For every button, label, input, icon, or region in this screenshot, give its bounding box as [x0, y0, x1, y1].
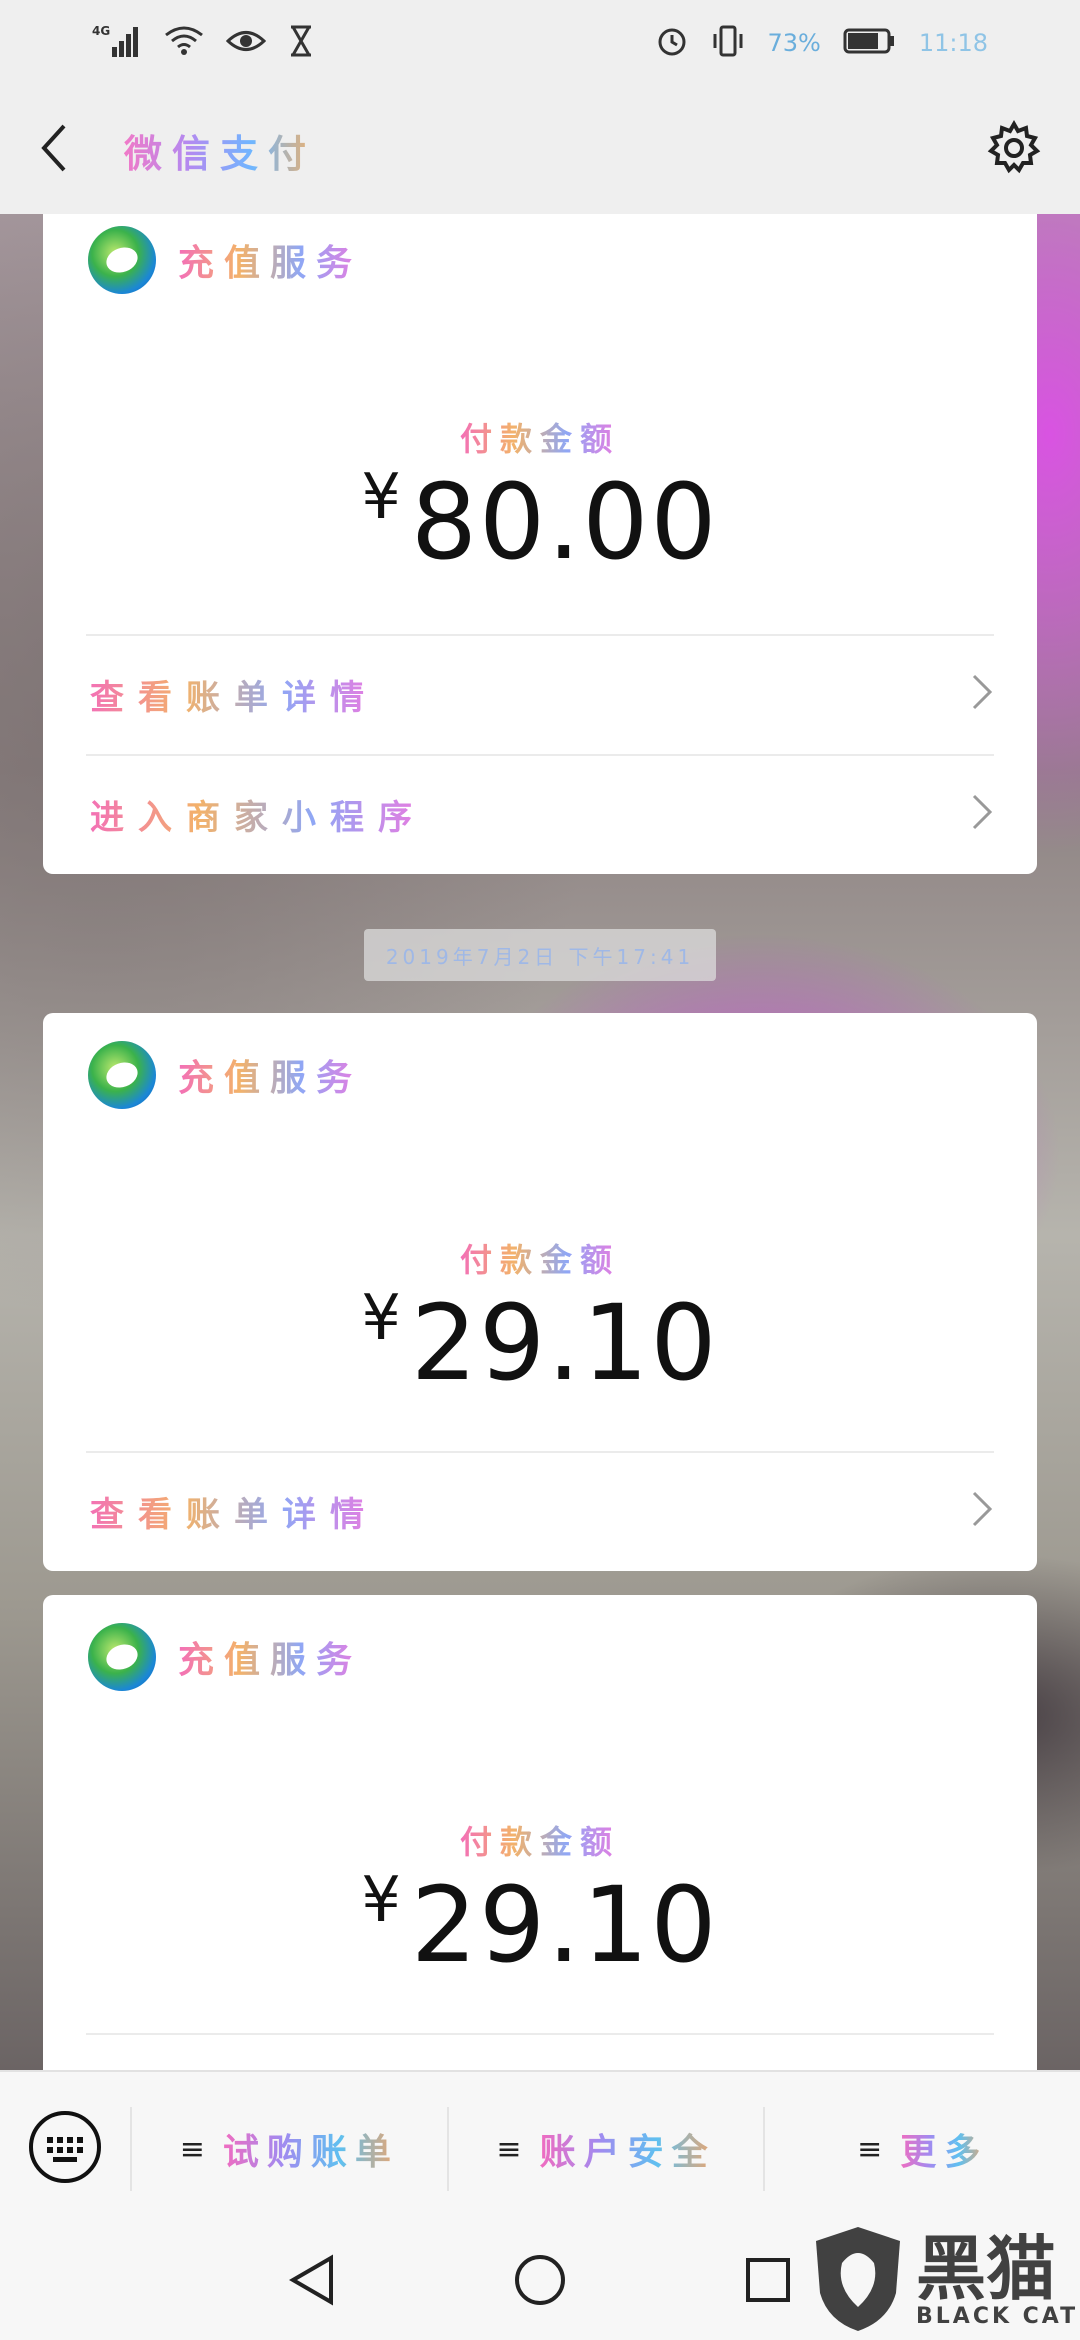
home-circle-icon[interactable]: [512, 2252, 568, 2312]
amount-number: 29.10: [410, 1864, 719, 1986]
currency-symbol: ¥: [361, 1281, 403, 1354]
wifi-icon: [164, 25, 204, 61]
merchant-name: 充值服务: [178, 1049, 362, 1101]
amount-block: 付款金额 ¥80.00: [43, 414, 1037, 574]
row-label: 查看账单详情: [86, 670, 378, 719]
signal-icon: 4G: [92, 23, 142, 63]
payment-card: 充值服务 付款金额 ¥80.00 查看账单详情 进入商家小程序: [43, 214, 1037, 874]
menu-item-account-security[interactable]: ≡ 账户安全: [446, 2107, 764, 2191]
amount-block: 付款金额 ¥29.10: [43, 1817, 1037, 1977]
amount-label: 付款金额: [460, 1817, 620, 1863]
currency-symbol: ¥: [361, 460, 403, 533]
watermark-text: 黑猫 BLACK CAT: [916, 2234, 1078, 2329]
card-header: 充值服务: [88, 226, 362, 294]
hourglass-icon: [288, 25, 314, 61]
enter-mini-program-row[interactable]: 进入商家小程序: [86, 754, 994, 872]
menu-lines-icon: ≡: [857, 2131, 883, 2167]
menu-item-trial-bill[interactable]: ≡ 试购账单: [130, 2107, 447, 2191]
card-header: 充值服务: [88, 1623, 362, 1691]
chevron-right-icon: [970, 1489, 994, 1533]
payment-card: 充值服务 付款金额 ¥29.10 查看账单详情: [43, 1013, 1037, 1571]
payment-card: 充值服务 付款金额 ¥29.10: [43, 1595, 1037, 2070]
black-cat-watermark: 黑猫 BLACK CAT: [808, 2222, 1080, 2340]
chevron-left-icon[interactable]: [36, 118, 76, 182]
amount-value: ¥29.10: [43, 1869, 1037, 1978]
recents-square-icon[interactable]: [743, 2255, 793, 2309]
menu-item-label: 账户安全: [540, 2123, 716, 2175]
chevron-right-icon: [970, 672, 994, 716]
network-type: 4G: [92, 24, 110, 38]
currency-symbol: ¥: [361, 1863, 403, 1936]
menu-item-more[interactable]: ≡ 更多: [763, 2107, 1080, 2191]
message-timestamp: 2019年7月2日 下午17:41: [364, 929, 716, 981]
status-right: 73% 11:18: [655, 24, 988, 62]
battery-icon: [843, 27, 897, 59]
amount-label: 付款金额: [460, 414, 620, 460]
amount-block: 付款金额 ¥29.10: [43, 1235, 1037, 1395]
merchant-name: 充值服务: [178, 1631, 362, 1683]
clock: 11:18: [918, 29, 988, 57]
alarm-icon: [655, 24, 689, 62]
menu-lines-icon: ≡: [496, 2131, 522, 2167]
eye-icon: [225, 26, 267, 60]
watermark-en: BLACK CAT: [916, 2303, 1079, 2329]
merchant-logo-icon: [88, 1623, 156, 1691]
watermark-cn: 黑猫: [916, 2227, 1056, 2310]
card-divider: [86, 2033, 994, 2070]
keyboard-toggle-button[interactable]: [0, 2072, 130, 2226]
merchant-name: 充值服务: [178, 234, 362, 286]
row-label: 查看账单详情: [86, 1487, 378, 1536]
menu-item-label: 试购账单: [223, 2123, 399, 2175]
chevron-right-icon: [970, 792, 994, 836]
status-left: 4G: [92, 23, 314, 63]
bottom-menu-bar: ≡ 试购账单 ≡ 账户安全 ≡ 更多: [0, 2070, 1080, 2226]
cat-shield-icon: [808, 2223, 908, 2339]
vibrate-icon: [711, 24, 745, 62]
menu-item-label: 更多: [900, 2123, 988, 2175]
card-header: 充值服务: [88, 1041, 362, 1109]
merchant-logo-icon: [88, 1041, 156, 1109]
gear-icon[interactable]: [984, 118, 1044, 182]
view-bill-details-row[interactable]: 查看账单详情: [86, 1451, 994, 1569]
keyboard-icon: [27, 2109, 103, 2189]
amount-value: ¥80.00: [43, 466, 1037, 575]
row-label: 进入商家小程序: [86, 790, 426, 839]
back-triangle-icon[interactable]: [287, 2252, 337, 2312]
page-title: 微信支付: [124, 123, 316, 178]
status-bar: 4G 73% 11:18: [0, 0, 1080, 86]
amount-number: 80.00: [410, 461, 719, 583]
amount-label: 付款金额: [460, 1235, 620, 1281]
amount-number: 29.10: [410, 1282, 719, 1404]
merchant-logo-icon: [88, 226, 156, 294]
menu-lines-icon: ≡: [179, 2131, 205, 2167]
view-bill-details-row[interactable]: 查看账单详情: [86, 634, 994, 752]
amount-value: ¥29.10: [43, 1287, 1037, 1396]
nav-bar: 微信支付: [0, 86, 1080, 214]
battery-percent: 73%: [767, 29, 821, 57]
